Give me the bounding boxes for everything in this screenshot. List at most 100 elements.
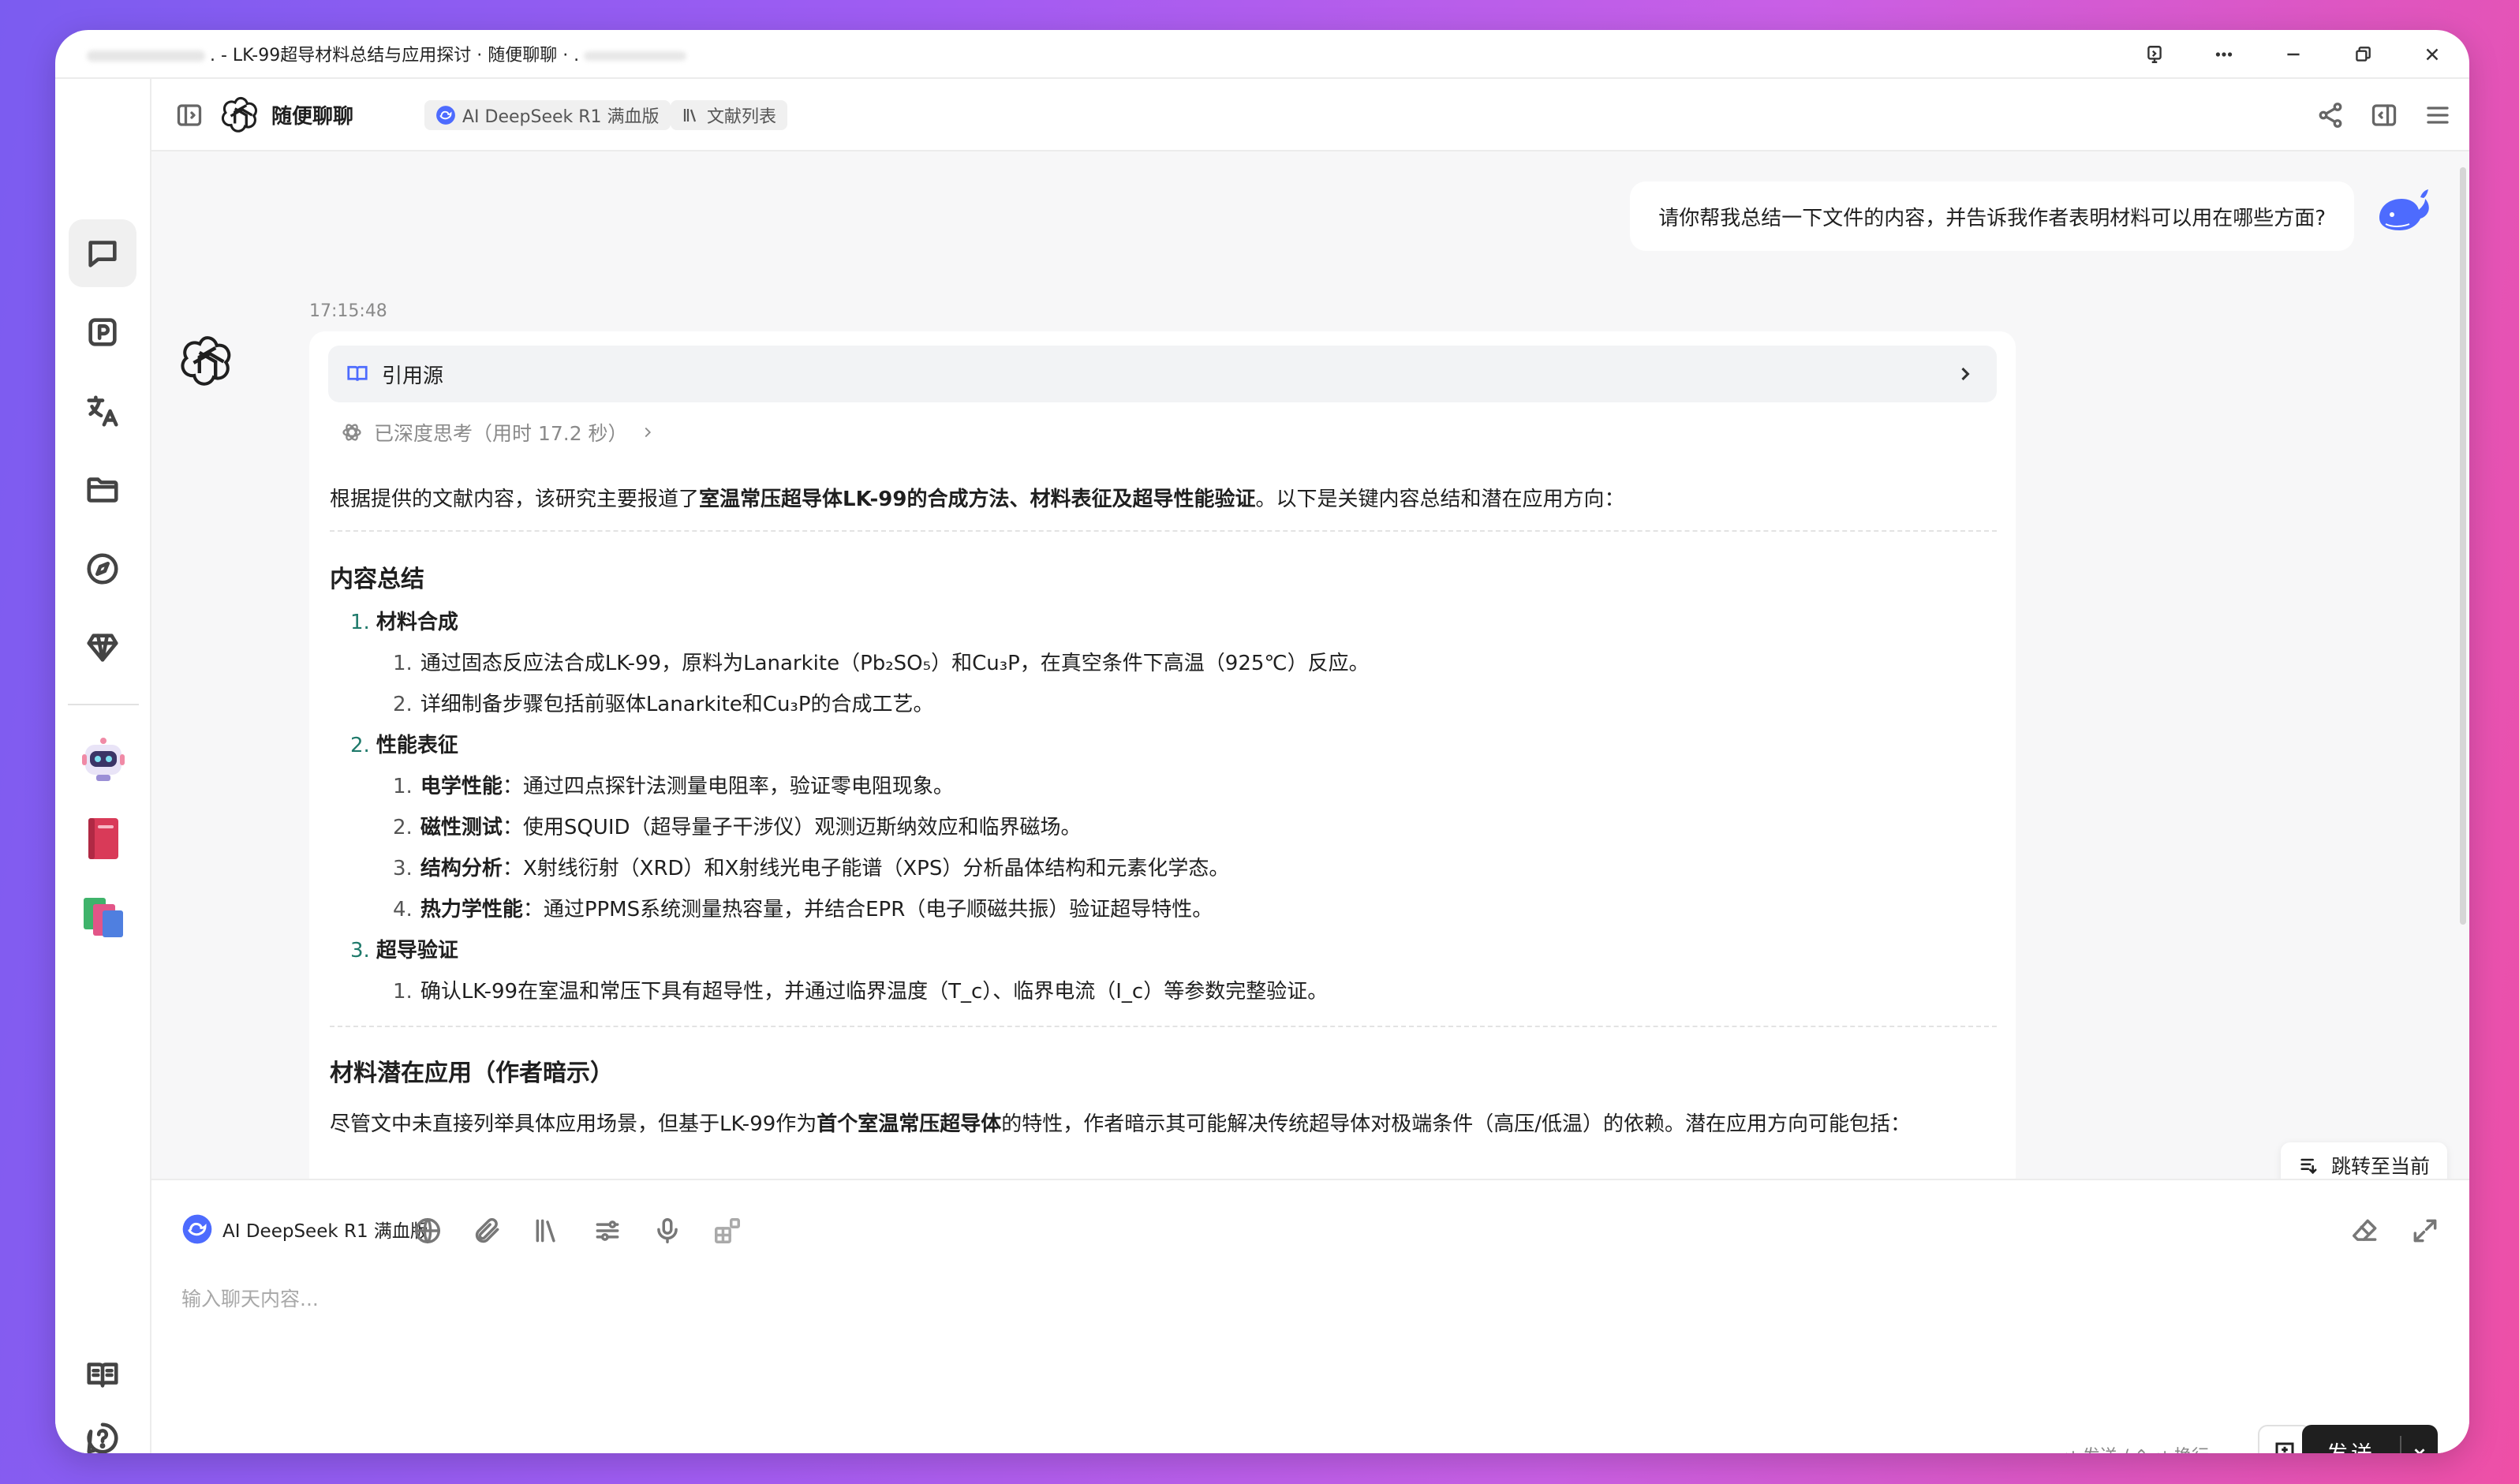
sidebar-item-docs[interactable] (69, 1341, 136, 1409)
sub-list-item: 1. 通过固态反应法合成LK-99，原料为Lanarkite（Pb₂SO₅）和Cu… (393, 652, 1370, 675)
menu-button[interactable] (2424, 101, 2452, 129)
window-controls (2133, 30, 2454, 79)
composer: AI DeepSeek R1 满血版 ↵ 发送 / ⌃ ↵ 换行 (151, 1179, 2469, 1453)
help-circle-icon (87, 1422, 118, 1453)
message-timestamp: 17:15:48 (309, 301, 387, 321)
window-title: . - LK-99超导材料总结与应用探讨 · 随便聊聊 · . (87, 41, 687, 66)
library-icon (683, 109, 697, 122)
jump-label: 跳转至当前 (2330, 1155, 2430, 1178)
expand-composer-button[interactable] (2406, 1212, 2444, 1250)
notebook-icon (88, 818, 118, 859)
atom-icon (342, 424, 361, 441)
sidebar-item-discover[interactable] (69, 535, 136, 603)
close-button[interactable] (2411, 35, 2454, 74)
screen-share-icon (2147, 46, 2162, 63)
user-message: 请你帮我总结一下文件的内容，并告诉我作者表明材料可以用在哪些方面? (1630, 181, 2354, 251)
chat-header: 随便聊聊 AI DeepSeek R1 满血版 文献列表 (151, 79, 2469, 151)
settings-sliders-button[interactable] (589, 1212, 626, 1250)
deepseek-icon (436, 106, 455, 125)
sidebar-item-prompts[interactable] (69, 298, 136, 366)
toggle-panel-button[interactable] (2370, 101, 2398, 129)
sub-list-item: 1. 电学性能：通过四点探针法测量电阻率，验证零电阻现象。 (393, 775, 954, 798)
sidebar (55, 79, 151, 1453)
section-divider (330, 530, 1997, 532)
model-pill[interactable]: AI DeepSeek R1 满血版 (424, 100, 671, 130)
assistant-message: 引用源 已深度思考（用时 17.2 秒） 根据提供的文献内容，该研究主要报道了室… (309, 331, 2016, 1179)
share-button[interactable] (2316, 101, 2345, 129)
sidebar-app-books[interactable] (79, 893, 128, 942)
message-plus-icon (2275, 1442, 2294, 1453)
title-bar: . - LK-99超导材料总结与应用探讨 · 随便聊聊 · . (55, 30, 2469, 79)
sliders-icon (596, 1220, 619, 1241)
section-heading-summary: 内容总结 (330, 566, 424, 593)
list-arrow-icon (2300, 1158, 2317, 1175)
sidebar-app-robot[interactable] (79, 735, 128, 784)
screen-share-button[interactable] (2133, 35, 2176, 74)
close-icon (2426, 48, 2439, 61)
hamburger-menu-icon (2427, 107, 2449, 124)
expand-icon (2413, 1219, 2437, 1243)
restore-icon (2356, 47, 2371, 62)
microphone-icon (657, 1218, 678, 1243)
plugins-button[interactable] (708, 1212, 746, 1250)
sidebar-app-notebook[interactable] (79, 814, 128, 863)
thinking-toggle[interactable]: 已深度思考（用时 17.2 秒） (341, 418, 656, 447)
sub-list-item: 3. 结构分析：X射线衍射（XRD）和X射线光电子能谱（XPS）分析晶体结构和元素… (393, 857, 1230, 880)
sidebar-item-translate[interactable] (69, 377, 136, 445)
citation-label: 引用源 (382, 364, 444, 388)
intro-paragraph: 根据提供的文献内容，该研究主要报道了室温常压超导体LK-99的合成方法、材料表征… (330, 488, 1625, 511)
parking-square-icon (88, 318, 117, 346)
sidebar-item-files[interactable] (69, 456, 136, 524)
openai-logo-icon (181, 336, 231, 386)
sidebar-item-chat[interactable] (69, 219, 136, 287)
more-button[interactable] (2203, 35, 2245, 74)
clear-context-button[interactable] (2346, 1212, 2384, 1250)
list-item: 1. 材料合成 (350, 611, 458, 634)
list-item: 2. 性能表征 (350, 734, 458, 757)
compass-icon (87, 553, 118, 585)
user-message-text: 请你帮我总结一下文件的内容，并告诉我作者表明材料可以用在哪些方面? (1658, 206, 2326, 230)
translate-icon (87, 395, 118, 427)
applications-paragraph: 尽管文中未直接列举具体应用场景，但基于LK-99作为首个室温常压超导体的特性，作… (330, 1112, 1912, 1136)
bot-avatar (180, 333, 235, 388)
send-options-dropdown[interactable] (2401, 1443, 2438, 1453)
chat-bubble-icon (88, 241, 117, 267)
thinking-label: 已深度思考（用时 17.2 秒） (374, 422, 628, 445)
web-search-button[interactable] (409, 1212, 447, 1250)
chevron-down-icon (2414, 1448, 2425, 1453)
library-label: 文献列表 (707, 107, 777, 127)
minimize-button[interactable] (2272, 35, 2315, 74)
minimize-icon (2287, 53, 2300, 56)
library-button[interactable] (529, 1212, 566, 1250)
section-heading-applications: 材料潜在应用（作者暗示） (330, 1060, 614, 1087)
books-icon (84, 898, 123, 937)
chat-scrollbar[interactable] (2460, 167, 2466, 925)
library-pill[interactable]: 文献列表 (671, 100, 788, 130)
composer-model-selector[interactable]: AI DeepSeek R1 满血版 (181, 1213, 428, 1245)
diamond-icon (87, 634, 118, 662)
app-window: . - LK-99超导材料总结与应用探讨 · 随便聊聊 · . 随便聊聊 AI … (55, 30, 2469, 1453)
assistant-name: 随便聊聊 (271, 104, 354, 129)
sub-list-item: 2. 磁性测试：使用SQUID（超导量子干涉仪）观测迈斯纳效应和临界磁场。 (393, 816, 1082, 839)
folder-icon (87, 477, 118, 503)
chat-area[interactable]: 请你帮我总结一下文件的内容，并告诉我作者表明材料可以用在哪些方面? 17:15:… (151, 151, 2469, 1179)
toggle-sidebar-button[interactable] (175, 101, 204, 129)
restore-button[interactable] (2341, 35, 2384, 74)
more-horizontal-icon (2215, 52, 2233, 57)
paperclip-icon (475, 1217, 499, 1243)
voice-input-button[interactable] (648, 1212, 686, 1250)
list-item: 3. 超导验证 (350, 939, 458, 963)
share-icon (2319, 103, 2342, 128)
citation-source-toggle[interactable]: 引用源 (328, 346, 1997, 402)
assistant-info[interactable]: 随便聊聊 (221, 95, 353, 134)
send-button[interactable]: 发送 (2302, 1425, 2438, 1453)
attach-button[interactable] (469, 1212, 506, 1250)
open-book-icon (87, 1363, 118, 1388)
chat-input[interactable] (181, 1267, 2312, 1330)
sidebar-item-help[interactable] (69, 1404, 136, 1453)
section-divider (330, 1026, 1997, 1027)
eraser-icon (2353, 1219, 2377, 1241)
sidebar-item-premium[interactable] (69, 614, 136, 682)
library-icon (536, 1219, 555, 1243)
jump-to-current-button[interactable]: 跳转至当前 (2280, 1142, 2447, 1179)
